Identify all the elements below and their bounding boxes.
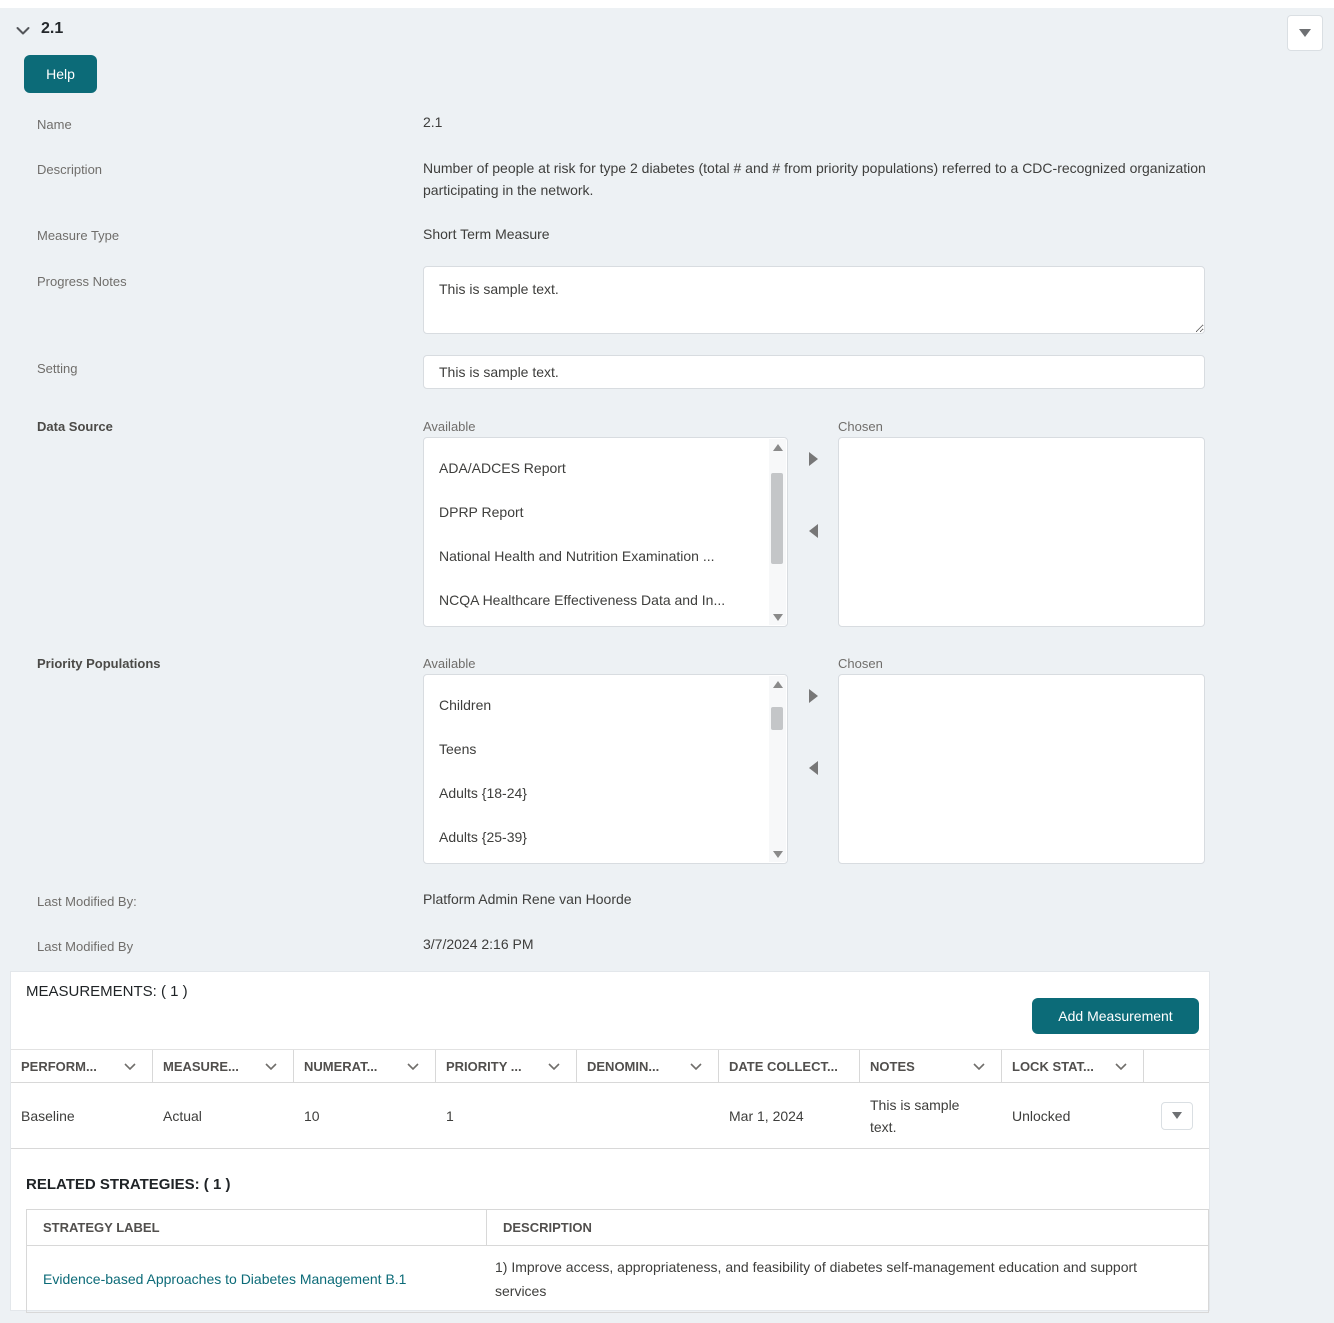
column-header-numerator[interactable]: NUMERAT... [294,1050,436,1082]
data-source-chosen-listbox[interactable] [838,437,1205,627]
description-value: Number of people at risk for type 2 diab… [423,157,1208,201]
measure-cell: Actual [153,1083,294,1148]
column-header-denominator[interactable]: DENOMIN... [577,1050,719,1082]
chevron-down-icon [1115,1063,1127,1070]
last-modified-by-value: Platform Admin Rene van Hoorde [423,888,632,910]
column-header-notes[interactable]: NOTES [860,1050,1002,1082]
column-header-label: DATE COLLECT... [729,1059,838,1074]
strategy-description: 1) Improve access, appropriateness, and … [495,1255,1150,1303]
data-source-move-left-icon[interactable] [809,524,818,538]
last-modified-date-label: Last Modified By [37,939,133,954]
column-header-performance[interactable]: PERFORM... [11,1050,153,1082]
priority-populations-scrollbar[interactable] [769,676,786,862]
priority-populations-chosen-listbox[interactable] [838,674,1205,864]
related-strategies-table-header: STRATEGY LABEL DESCRIPTION [27,1210,1208,1246]
denominator-cell [577,1083,719,1148]
data-source-option[interactable]: National Health and Nutrition Examinatio… [424,534,749,578]
notes-cell: This is sample text. [860,1083,1002,1148]
section-collapse-chevron-icon[interactable] [14,22,32,40]
priority-populations-chosen-label: Chosen [838,656,883,671]
scrollbar-thumb[interactable] [771,707,783,730]
name-value: 2.1 [423,111,442,133]
column-header-label: NOTES [870,1059,915,1074]
column-header-label: NUMERAT... [304,1059,377,1074]
row-actions-menu-button[interactable] [1161,1102,1193,1130]
date-collected-cell: Mar 1, 2024 [719,1083,860,1148]
strategy-link[interactable]: Evidence-based Approaches to Diabetes Ma… [43,1267,406,1291]
data-source-move-right-icon[interactable] [809,452,818,466]
data-source-option[interactable]: DPRP Report [424,490,749,534]
column-header-lock-status[interactable]: LOCK STAT... [1002,1050,1144,1082]
data-source-option[interactable]: ADA/ADCES Report [424,446,749,490]
last-modified-date-value: 3/7/2024 2:16 PM [423,933,534,955]
chevron-down-icon [407,1063,419,1070]
scrollbar-thumb[interactable] [771,473,783,564]
column-header-label: DENOMIN... [587,1059,659,1074]
setting-label: Setting [37,361,77,376]
setting-input[interactable] [423,355,1205,389]
chevron-down-icon [690,1063,702,1070]
add-measurement-button[interactable]: Add Measurement [1032,998,1199,1034]
priority-cell: 1 [436,1083,577,1148]
column-header-date-collected[interactable]: DATE COLLECT... [719,1050,860,1082]
column-header-label: MEASURE... [163,1059,239,1074]
progress-notes-textarea[interactable] [423,266,1205,334]
chevron-down-icon [973,1063,985,1070]
measurements-table-header: PERFORM... MEASURE... NUMERAT... PRIORIT… [11,1049,1209,1083]
column-header-label: LOCK STAT... [1012,1059,1094,1074]
data-source-available-label: Available [423,419,476,434]
caret-down-icon [1299,29,1311,37]
column-header-description: DESCRIPTION [487,1210,1208,1245]
page-actions-menu-button[interactable] [1287,15,1323,51]
chevron-down-icon [124,1063,136,1070]
scroll-up-icon[interactable] [769,676,786,692]
chevron-down-icon [265,1063,277,1070]
column-header-priority[interactable]: PRIORITY ... [436,1050,577,1082]
priority-population-option[interactable]: Adults {25-39} [424,815,749,859]
performance-cell: Baseline [11,1083,153,1148]
numerator-cell: 10 [294,1083,436,1148]
priority-population-option[interactable]: Children [424,683,749,727]
chevron-down-icon [548,1063,560,1070]
related-strategy-row: Evidence-based Approaches to Diabetes Ma… [27,1246,1208,1312]
lock-status-cell: Unlocked [1002,1083,1144,1148]
progress-notes-label: Progress Notes [37,274,127,289]
scroll-down-icon[interactable] [769,846,786,862]
caret-down-icon [1172,1112,1182,1119]
name-label: Name [37,117,72,132]
priority-population-option[interactable]: Teens [424,727,749,771]
data-source-label: Data Source [37,419,113,434]
priority-populations-label: Priority Populations [37,656,161,671]
related-strategies-section-title: RELATED STRATEGIES: ( 1 ) [26,1176,230,1193]
priority-populations-move-left-icon[interactable] [809,761,818,775]
measurement-row: Baseline Actual 10 1 Mar 1, 2024 This is… [11,1083,1209,1149]
data-source-scrollbar[interactable] [769,439,786,625]
scroll-down-icon[interactable] [769,609,786,625]
column-header-actions [1144,1050,1209,1082]
data-source-option[interactable]: NCQA Healthcare Effectiveness Data and I… [424,578,749,622]
data-source-available-listbox[interactable]: ADA/ADCES Report DPRP Report National He… [423,437,788,627]
column-header-label: PRIORITY ... [446,1059,522,1074]
scroll-up-icon[interactable] [769,439,786,455]
priority-population-option[interactable]: Adults {18-24} [424,771,749,815]
measurements-panel: MEASUREMENTS: ( 1 ) Add Measurement PERF… [10,971,1210,1311]
last-modified-by-label: Last Modified By: [37,894,137,909]
priority-populations-available-listbox[interactable]: Children Teens Adults {18-24} Adults {25… [423,674,788,864]
column-header-strategy-label: STRATEGY LABEL [27,1210,487,1245]
measurements-section-title: MEASUREMENTS: ( 1 ) [26,983,188,1000]
page-title: 2.1 [41,20,63,38]
priority-populations-available-label: Available [423,656,476,671]
priority-populations-move-right-icon[interactable] [809,689,818,703]
measure-type-label: Measure Type [37,228,119,243]
related-strategies-table: STRATEGY LABEL DESCRIPTION Evidence-base… [26,1209,1209,1313]
measure-type-value: Short Term Measure [423,223,550,245]
description-label: Description [37,162,102,177]
column-header-label: PERFORM... [21,1059,97,1074]
help-button[interactable]: Help [24,55,97,93]
data-source-chosen-label: Chosen [838,419,883,434]
column-header-measure[interactable]: MEASURE... [153,1050,294,1082]
